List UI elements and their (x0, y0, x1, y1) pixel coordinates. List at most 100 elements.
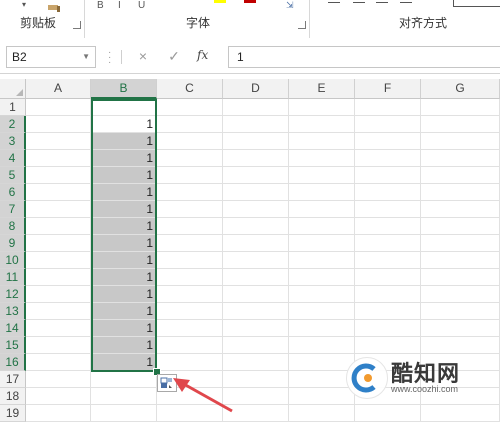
cell-c15[interactable] (157, 337, 223, 354)
clipboard-launcher-icon[interactable] (73, 21, 81, 29)
cell-g5[interactable] (421, 167, 500, 184)
row-header-13[interactable]: 13 (0, 303, 26, 320)
cell-c9[interactable] (157, 235, 223, 252)
cell-b18[interactable] (91, 388, 157, 405)
cell-f2[interactable] (355, 116, 421, 133)
cell-d9[interactable] (223, 235, 289, 252)
cell-f8[interactable] (355, 218, 421, 235)
cell-a9[interactable] (26, 235, 91, 252)
cell-f13[interactable] (355, 303, 421, 320)
align-top-icon[interactable] (328, 2, 340, 3)
row-header-15[interactable]: 15 (0, 337, 26, 354)
cell-a18[interactable] (26, 388, 91, 405)
cell-b16[interactable]: 1 (91, 354, 157, 371)
cell-e8[interactable] (289, 218, 355, 235)
cell-c1[interactable] (157, 99, 223, 116)
cell-b15[interactable]: 1 (91, 337, 157, 354)
cell-b5[interactable]: 1 (91, 167, 157, 184)
cell-e6[interactable] (289, 184, 355, 201)
cell-f11[interactable] (355, 269, 421, 286)
cell-g14[interactable] (421, 320, 500, 337)
column-header-e[interactable]: E (289, 79, 355, 99)
cell-e2[interactable] (289, 116, 355, 133)
cell-g4[interactable] (421, 150, 500, 167)
cell-d12[interactable] (223, 286, 289, 303)
cell-d4[interactable] (223, 150, 289, 167)
row-header-1[interactable]: 1 (0, 99, 26, 116)
cell-b6[interactable]: 1 (91, 184, 157, 201)
cell-g12[interactable] (421, 286, 500, 303)
cell-d10[interactable] (223, 252, 289, 269)
cell-c7[interactable] (157, 201, 223, 218)
column-header-f[interactable]: F (355, 79, 421, 99)
column-header-b[interactable]: B (91, 79, 157, 99)
cell-d14[interactable] (223, 320, 289, 337)
cell-a7[interactable] (26, 201, 91, 218)
enter-icon[interactable]: ✓ (164, 48, 184, 65)
cell-b10[interactable]: 1 (91, 252, 157, 269)
cell-a8[interactable] (26, 218, 91, 235)
cell-a4[interactable] (26, 150, 91, 167)
cell-e3[interactable] (289, 133, 355, 150)
cell-e19[interactable] (289, 405, 355, 422)
row-header-3[interactable]: 3 (0, 133, 26, 150)
cell-f5[interactable] (355, 167, 421, 184)
row-header-11[interactable]: 11 (0, 269, 26, 286)
cell-d8[interactable] (223, 218, 289, 235)
cell-b3[interactable]: 1 (91, 133, 157, 150)
cell-f7[interactable] (355, 201, 421, 218)
cell-c13[interactable] (157, 303, 223, 320)
cell-f9[interactable] (355, 235, 421, 252)
cell-c4[interactable] (157, 150, 223, 167)
row-header-4[interactable]: 4 (0, 150, 26, 167)
row-header-6[interactable]: 6 (0, 184, 26, 201)
italic-button[interactable]: I (118, 0, 121, 11)
cell-c8[interactable] (157, 218, 223, 235)
cell-c14[interactable] (157, 320, 223, 337)
cell-a16[interactable] (26, 354, 91, 371)
cell-g10[interactable] (421, 252, 500, 269)
cell-f6[interactable] (355, 184, 421, 201)
cell-e5[interactable] (289, 167, 355, 184)
cell-b17[interactable] (91, 371, 157, 388)
cell-b19[interactable] (91, 405, 157, 422)
cell-g1[interactable] (421, 99, 500, 116)
cancel-icon[interactable]: × (133, 48, 153, 64)
cell-c3[interactable] (157, 133, 223, 150)
cell-d6[interactable] (223, 184, 289, 201)
cell-b13[interactable]: 1 (91, 303, 157, 320)
align-bottom-icon[interactable] (376, 2, 388, 3)
row-header-7[interactable]: 7 (0, 201, 26, 218)
formula-input[interactable]: 1 (228, 46, 500, 68)
orientation-icon[interactable] (400, 2, 412, 3)
column-header-g[interactable]: G (421, 79, 500, 99)
cell-e9[interactable] (289, 235, 355, 252)
cell-c10[interactable] (157, 252, 223, 269)
cell-c2[interactable] (157, 116, 223, 133)
cell-a3[interactable] (26, 133, 91, 150)
cell-c6[interactable] (157, 184, 223, 201)
cell-a12[interactable] (26, 286, 91, 303)
name-box[interactable]: B2 ▼ (6, 46, 96, 68)
cell-g13[interactable] (421, 303, 500, 320)
cell-e12[interactable] (289, 286, 355, 303)
cell-f19[interactable] (355, 405, 421, 422)
cell-e15[interactable] (289, 337, 355, 354)
cell-a19[interactable] (26, 405, 91, 422)
column-header-d[interactable]: D (223, 79, 289, 99)
cell-f14[interactable] (355, 320, 421, 337)
cell-b8[interactable]: 1 (91, 218, 157, 235)
cell-a10[interactable] (26, 252, 91, 269)
cell-e11[interactable] (289, 269, 355, 286)
cell-d13[interactable] (223, 303, 289, 320)
cell-f12[interactable] (355, 286, 421, 303)
font-launcher-icon[interactable] (298, 21, 306, 29)
cell-g2[interactable] (421, 116, 500, 133)
format-painter-icon[interactable] (46, 0, 62, 12)
cell-d16[interactable] (223, 354, 289, 371)
cell-f1[interactable] (355, 99, 421, 116)
underline-button[interactable]: U (138, 0, 145, 11)
cell-a15[interactable] (26, 337, 91, 354)
cell-a2[interactable] (26, 116, 91, 133)
row-header-17[interactable]: 17 (0, 371, 26, 388)
